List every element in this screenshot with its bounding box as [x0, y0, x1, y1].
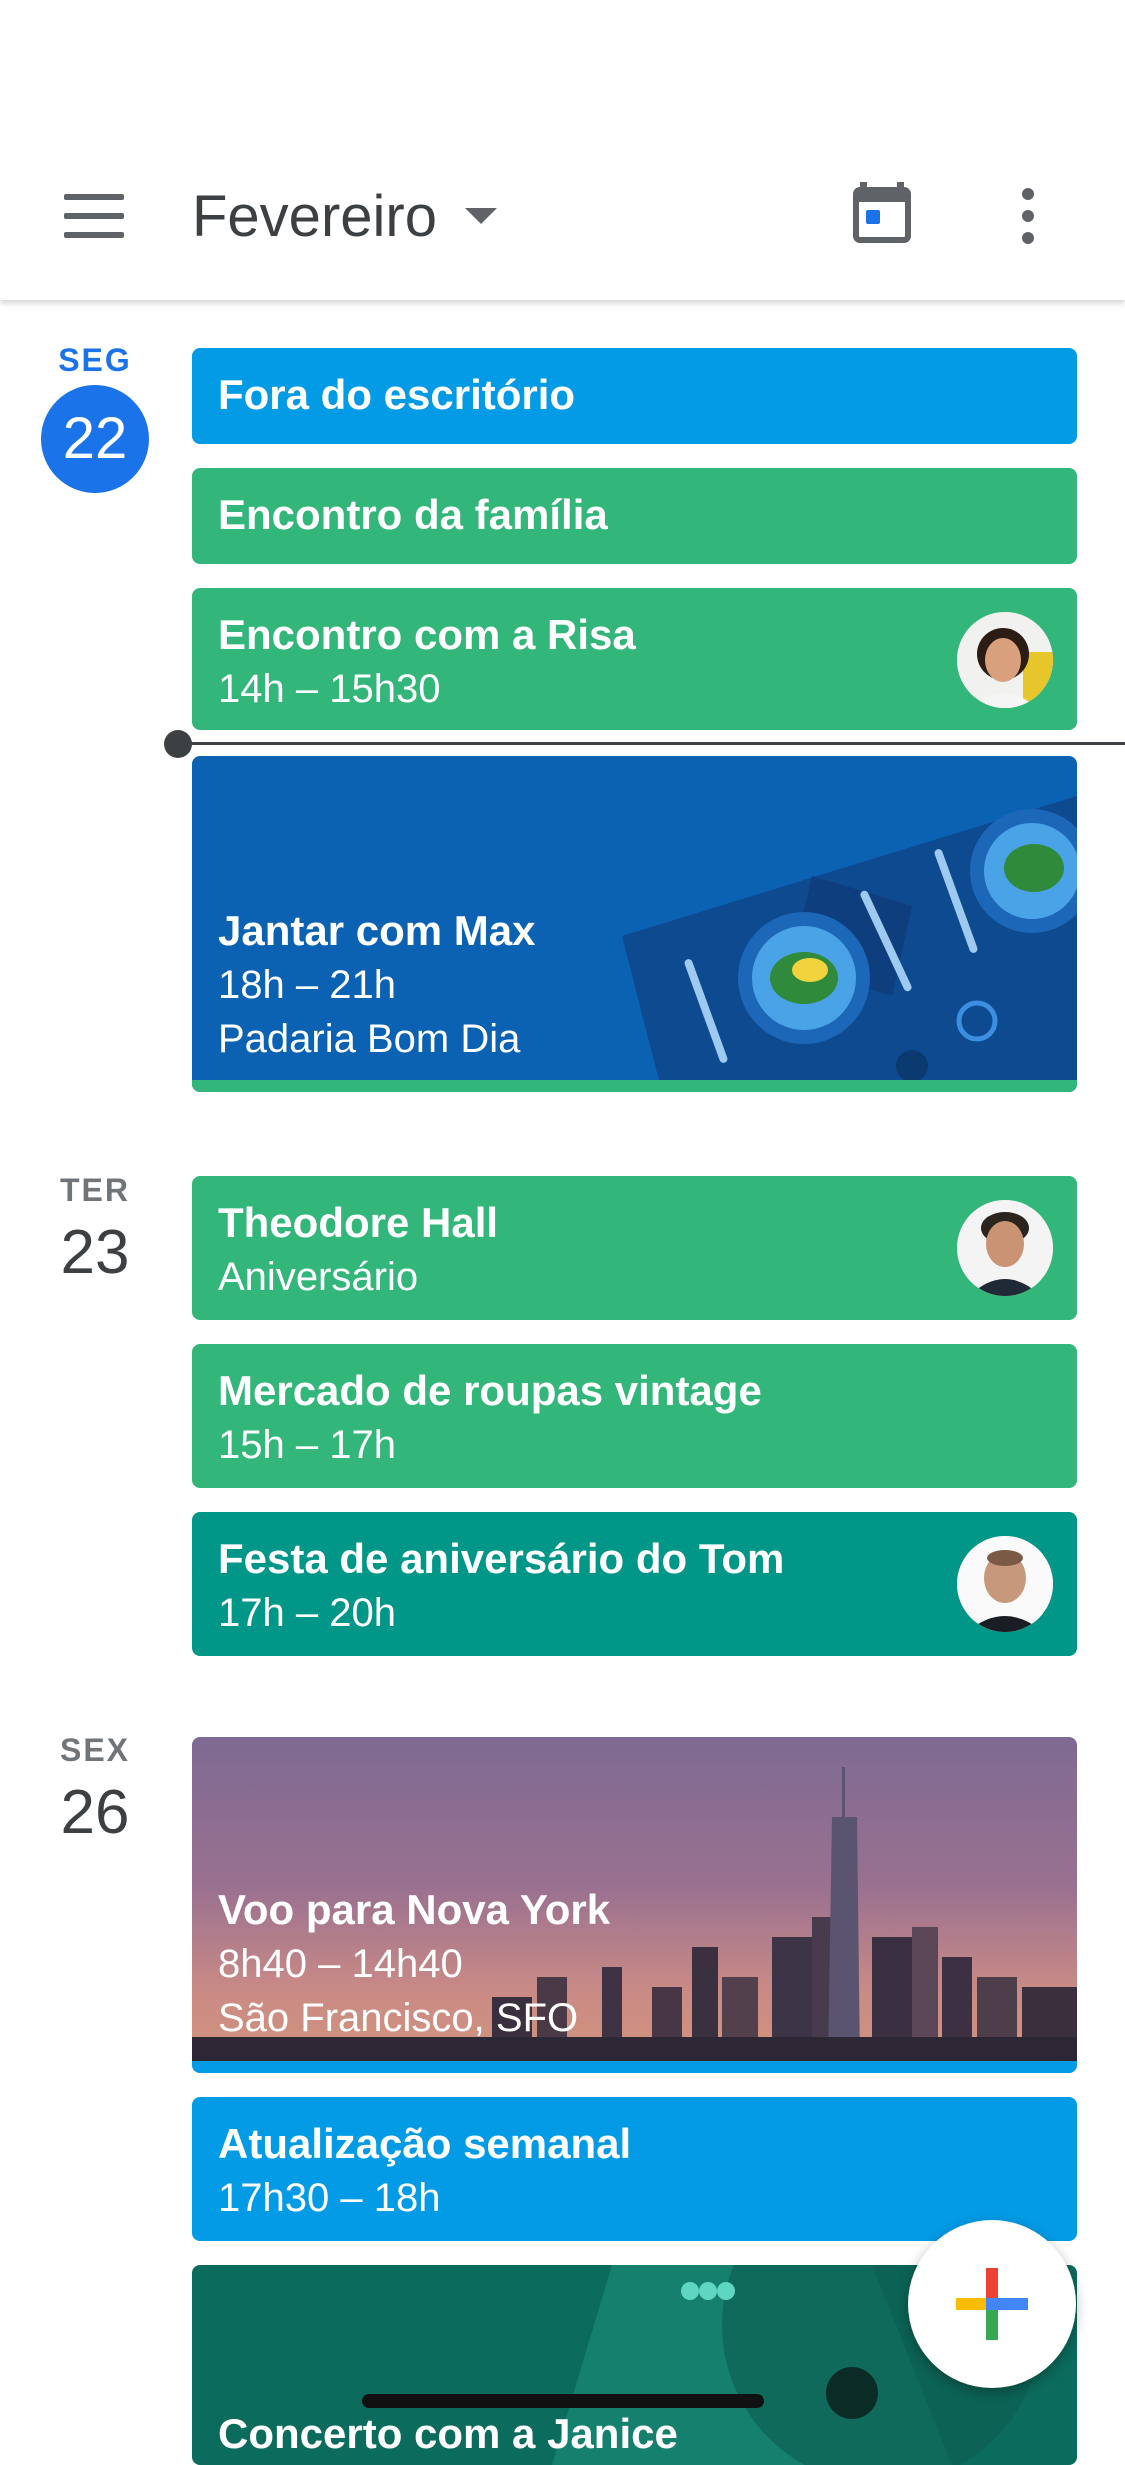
event-location: Padaria Bom Dia: [218, 1017, 521, 1061]
event-card[interactable]: Jantar com Max 18h – 21h Padaria Bom Dia: [192, 756, 1077, 1092]
person-avatar: [957, 1200, 1053, 1296]
event-title: Jantar com Max: [218, 907, 536, 954]
event-title: Voo para Nova York: [218, 1886, 611, 1933]
event-card[interactable]: Voo para Nova York 8h40 – 14h40 São Fran…: [192, 1737, 1077, 2073]
current-time-line: [178, 742, 1125, 745]
hamburger-menu-icon[interactable]: [64, 194, 124, 238]
day-of-week: SEG: [58, 342, 132, 378]
event-time: 18h – 21h: [218, 963, 396, 1007]
event-title: Theodore Hall: [218, 1199, 499, 1246]
day-of-week: SEX: [59, 1732, 131, 1768]
event-card[interactable]: Fora do escritório: [192, 348, 1077, 444]
person-avatar: [957, 612, 1053, 708]
day-label-22[interactable]: SEG 22: [0, 342, 190, 493]
day-number: 22: [41, 385, 149, 493]
event-time: 8h40 – 14h40: [218, 1942, 463, 1986]
day-number: 23: [60, 1218, 130, 1287]
event-time: 17h30 – 18h: [218, 2176, 441, 2220]
event-card[interactable]: Mercado de roupas vintage 15h – 17h: [192, 1344, 1077, 1488]
event-card[interactable]: Encontro da família: [192, 468, 1077, 564]
home-indicator[interactable]: [362, 2394, 764, 2408]
event-card[interactable]: Encontro com a Risa 14h – 15h30: [192, 588, 1077, 730]
add-plus-icon: [956, 2268, 1028, 2340]
event-title: Fora do escritório: [218, 371, 576, 418]
event-title: Encontro com a Risa: [218, 611, 636, 658]
event-title: Mercado de roupas vintage: [218, 1367, 762, 1414]
day-label-26[interactable]: SEX 26: [0, 1732, 190, 1848]
person-avatar: [957, 1536, 1053, 1632]
chevron-down-icon: [464, 208, 497, 224]
event-title: Festa de aniversário do Tom: [218, 1535, 785, 1582]
event-card[interactable]: Atualização semanal 17h30 – 18h: [192, 2097, 1077, 2241]
day-of-week: TER: [60, 1172, 130, 1208]
event-location: São Francisco, SFO: [218, 1996, 579, 2040]
event-time: 17h – 20h: [218, 1591, 396, 1635]
app-bar: Fevereiro: [0, 0, 1125, 300]
event-time: 15h – 17h: [218, 1423, 396, 1467]
event-subtitle: Aniversário: [218, 1255, 419, 1299]
month-selector[interactable]: Fevereiro: [192, 176, 497, 256]
create-event-button[interactable]: [908, 2220, 1076, 2388]
event-time: 14h – 15h30: [218, 667, 441, 711]
event-title: Encontro da família: [218, 491, 608, 538]
day-number: 26: [60, 1778, 130, 1847]
event-card[interactable]: Festa de aniversário do Tom 17h – 20h: [192, 1512, 1077, 1656]
more-vertical-icon[interactable]: [1010, 188, 1046, 244]
event-title: Concerto com a Janice: [218, 2410, 678, 2457]
day-label-23[interactable]: TER 23: [0, 1172, 190, 1288]
calendar-today-icon[interactable]: [852, 182, 912, 244]
event-card[interactable]: Theodore Hall Aniversário: [192, 1176, 1077, 1320]
month-title: Fevereiro: [192, 183, 437, 249]
event-title: Atualização semanal: [218, 2120, 632, 2167]
